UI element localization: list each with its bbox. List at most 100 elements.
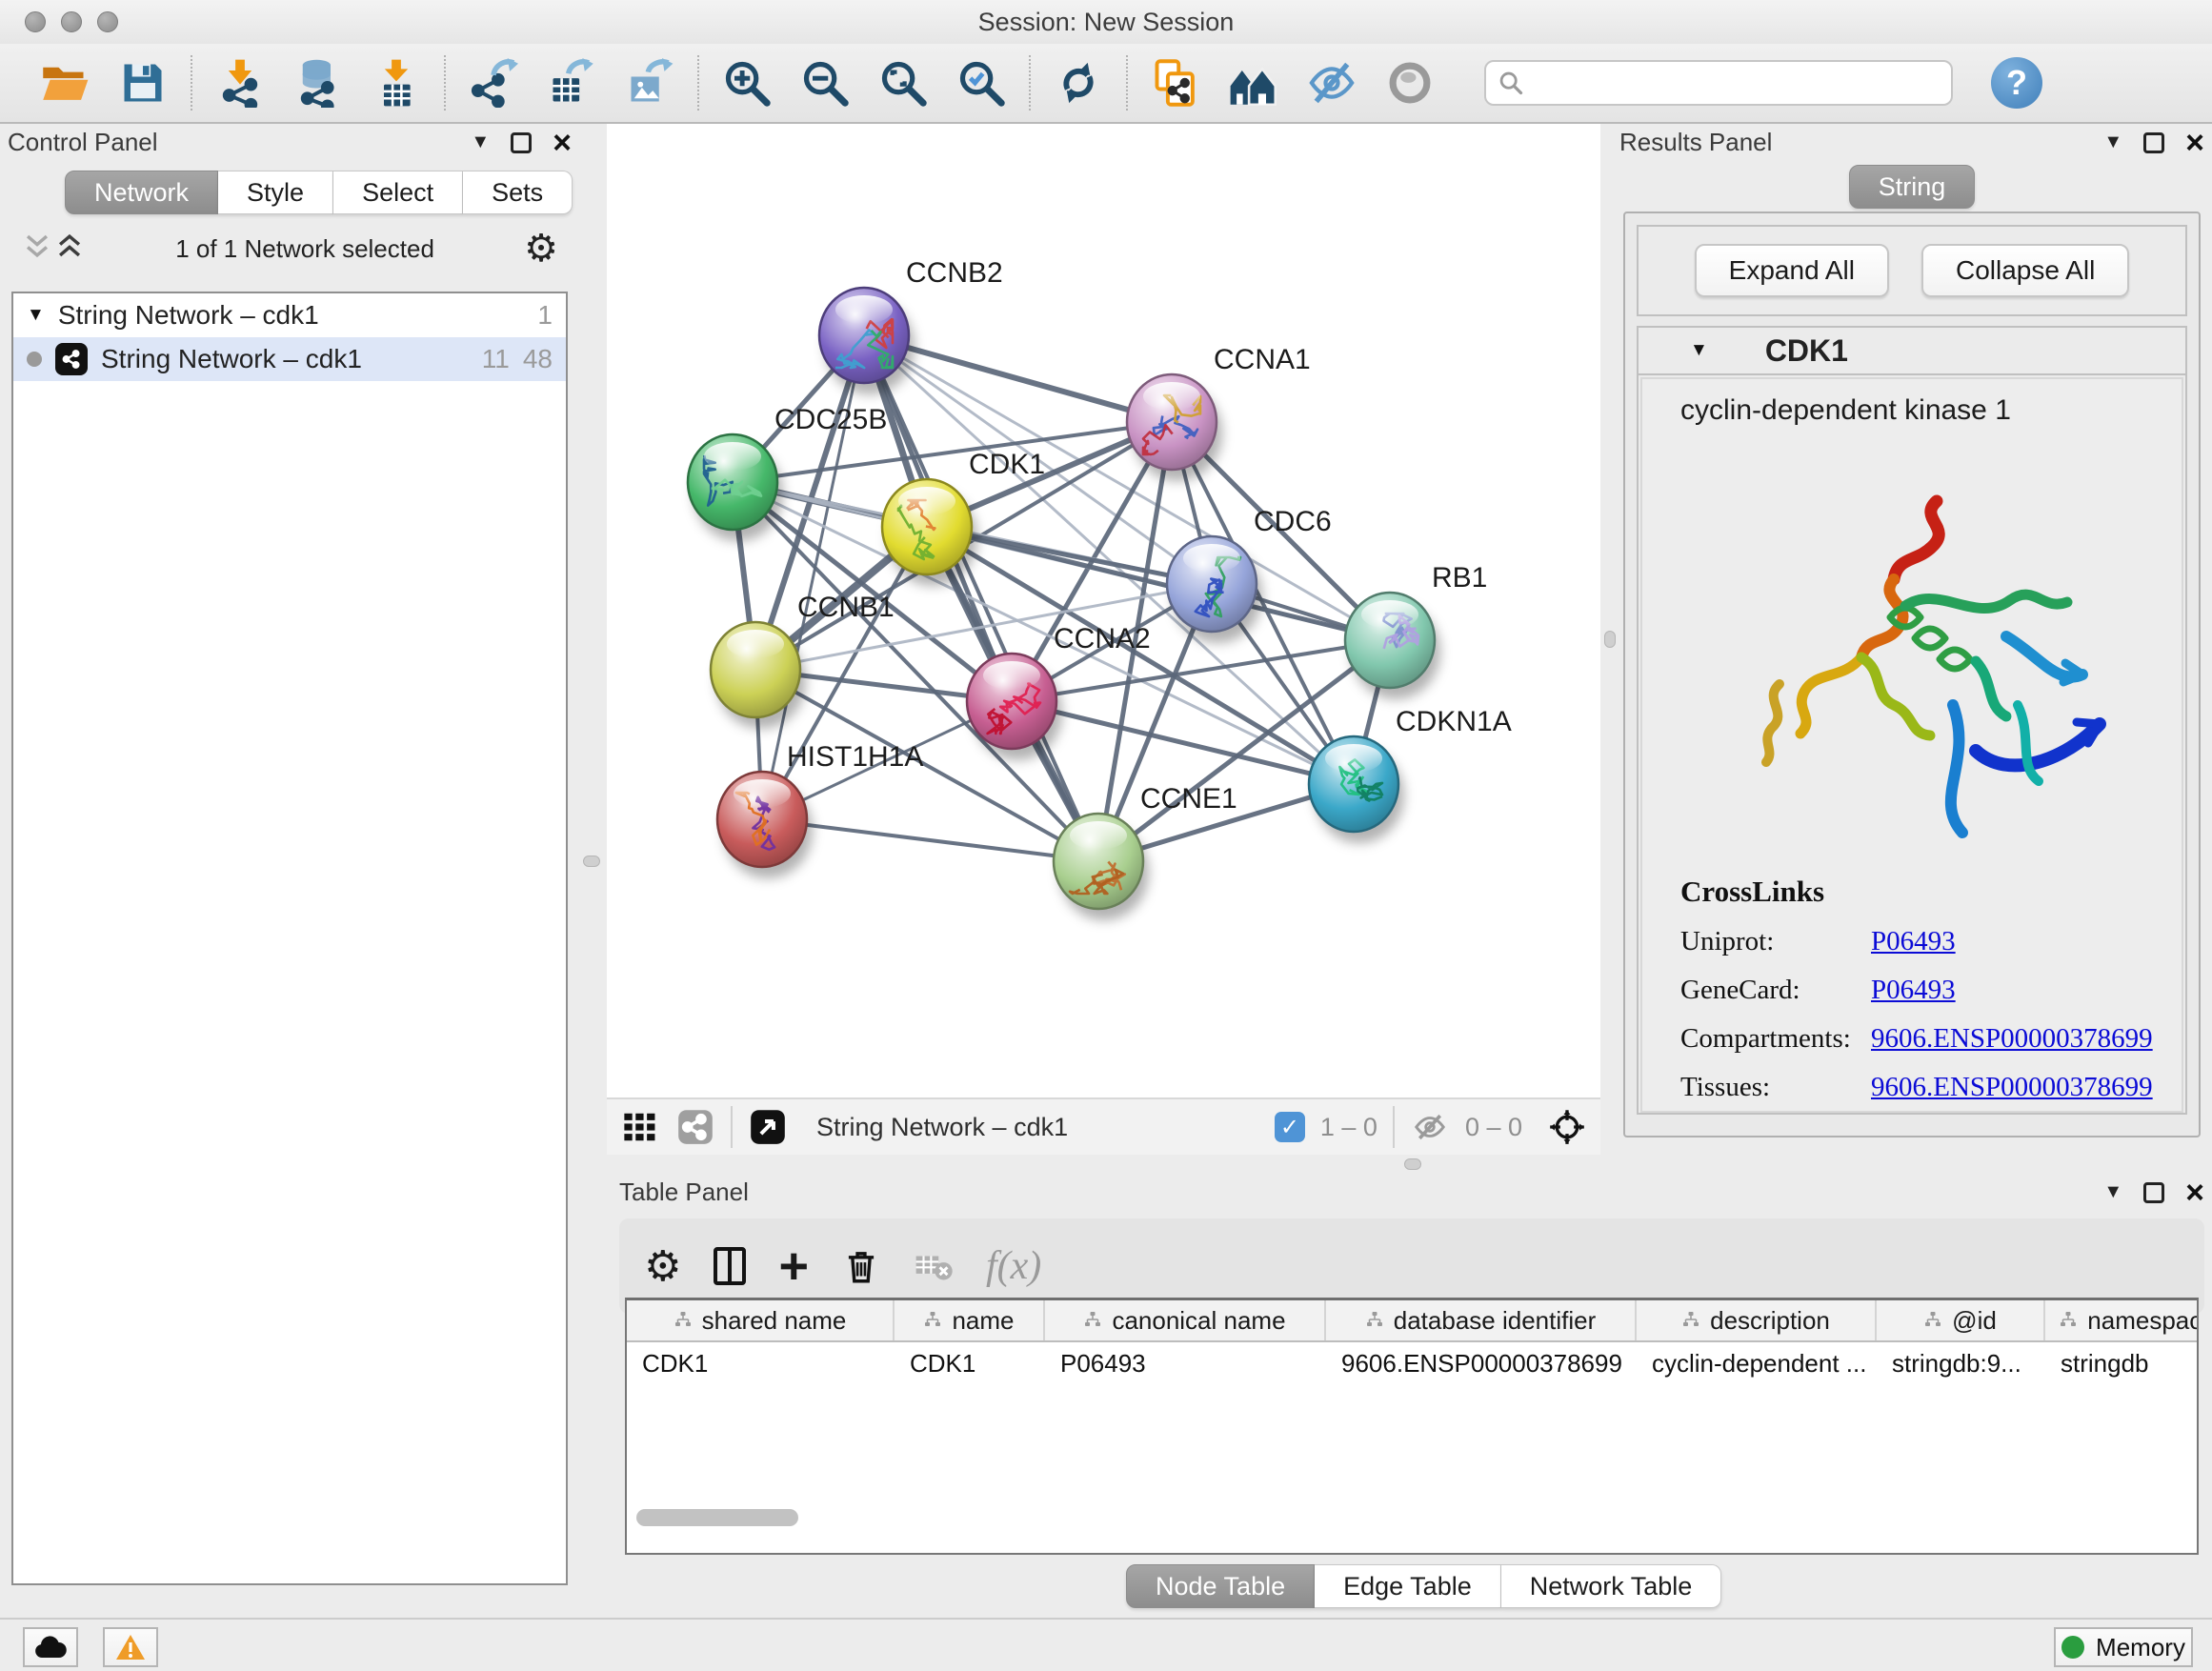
close-panel-icon[interactable]: × [2185, 1182, 2204, 1203]
import-network-from-database-icon[interactable] [292, 56, 345, 110]
search-field[interactable] [1484, 60, 1953, 106]
zoom-in-icon[interactable] [720, 56, 774, 110]
string-home-icon[interactable] [1227, 56, 1280, 110]
float-panel-icon[interactable] [2143, 132, 2164, 153]
tab-edge-table[interactable]: Edge Table [1315, 1564, 1501, 1608]
node-label-CDC6: CDC6 [1254, 506, 1332, 537]
show-eye-icon[interactable] [1383, 56, 1437, 110]
open-session-icon[interactable] [38, 56, 91, 110]
column-header-name[interactable]: name [895, 1300, 1045, 1340]
grid-view-icon[interactable] [620, 1107, 660, 1147]
table-row[interactable]: CDK1CDK1P064939606.ENSP00000378699cyclin… [627, 1342, 2197, 1384]
tab-select[interactable]: Select [333, 171, 463, 214]
memory-label: Memory [2096, 1633, 2185, 1662]
tab-node-table[interactable]: Node Table [1126, 1564, 1315, 1608]
tab-string[interactable]: String [1849, 165, 1976, 209]
node-CCNE1[interactable] [1054, 814, 1149, 920]
edge-HIST1H1A-CCNE1[interactable] [762, 819, 1098, 861]
node-CCNB2[interactable] [819, 288, 915, 394]
warnings-button[interactable] [103, 1627, 158, 1667]
network-canvas[interactable]: CCNB2CCNA1CDC25BCDK1CDC6RB1CCNB1CCNA2CDK… [607, 124, 1600, 1097]
crosslink-link[interactable]: 9606.ENSP00000378699 [1871, 1023, 2153, 1055]
collapse-all-networks-icon[interactable] [21, 230, 53, 269]
network-collection-row[interactable]: ▼ String Network – cdk1 1 [13, 293, 566, 337]
network-row[interactable]: String Network – cdk1 11 48 [13, 337, 566, 381]
float-panel-icon[interactable] [511, 132, 532, 153]
expand-all-button[interactable]: Expand All [1695, 244, 1889, 297]
crosslink-link[interactable]: P06493 [1871, 926, 1956, 957]
tab-network-table[interactable]: Network Table [1501, 1564, 1722, 1608]
close-panel-icon[interactable]: × [2185, 132, 2204, 153]
search-input[interactable] [1532, 68, 1932, 99]
close-panel-icon[interactable]: × [553, 132, 572, 153]
table-options-gear-icon[interactable]: ⚙ [644, 1242, 681, 1291]
column-header-canonical-name[interactable]: canonical name [1045, 1300, 1326, 1340]
collection-expander-icon[interactable]: ▼ [27, 305, 45, 326]
column-header-@id[interactable]: @id [1877, 1300, 2045, 1340]
panel-menu-caret-icon[interactable]: ▼ [2103, 1181, 2122, 1203]
node-CCNA2[interactable] [967, 654, 1062, 760]
apply-layout-icon[interactable] [1052, 56, 1105, 110]
zoom-selected-icon[interactable] [955, 56, 1008, 110]
column-header-shared-name[interactable]: shared name [627, 1300, 895, 1340]
tab-sets[interactable]: Sets [463, 171, 573, 214]
left-splitter-handle[interactable] [583, 856, 600, 867]
hidden-eye-icon[interactable] [1410, 1107, 1450, 1147]
float-panel-icon[interactable] [2143, 1182, 2164, 1203]
column-type-icon [674, 1306, 693, 1336]
cloud-status-button[interactable] [23, 1627, 78, 1667]
collapse-all-button[interactable]: Collapse All [1921, 244, 2129, 297]
zoom-out-icon[interactable] [798, 56, 852, 110]
node-CDC25B[interactable] [688, 434, 783, 541]
network-options-gear-icon[interactable]: ⚙ [524, 230, 558, 268]
column-header-description[interactable]: description [1637, 1300, 1877, 1340]
node-CCNA1[interactable] [1127, 374, 1222, 481]
node-CDK1[interactable] [882, 479, 977, 586]
crosslinks-title: CrossLinks [1680, 875, 2153, 909]
panel-menu-caret-icon[interactable]: ▼ [471, 131, 490, 153]
column-header-database-identifier[interactable]: database identifier [1326, 1300, 1637, 1340]
expand-all-networks-icon[interactable] [53, 230, 86, 269]
open-in-window-icon[interactable] [748, 1107, 788, 1147]
table-horizontal-scrollbar[interactable] [636, 1509, 798, 1526]
import-network-icon[interactable] [213, 56, 267, 110]
crosslink-link[interactable]: P06493 [1871, 975, 1956, 1006]
clone-network-icon[interactable] [1149, 56, 1202, 110]
node-label-CDKN1A: CDKN1A [1396, 706, 1512, 737]
import-table-icon[interactable] [370, 56, 423, 110]
export-table-icon[interactable] [545, 56, 598, 110]
crosslink-link[interactable]: 9606.ENSP00000378699 [1871, 1072, 2153, 1103]
status-bar: Memory [0, 1618, 2212, 1671]
column-type-icon [1923, 1306, 1942, 1336]
node-HIST1H1A[interactable] [717, 772, 813, 878]
gene-entry-header[interactable]: ▼ CDK1 [1639, 328, 2185, 375]
gene-expander-icon[interactable]: ▼ [1690, 340, 1708, 361]
crosslink-row: Uniprot:P06493 [1680, 926, 2153, 957]
panel-menu-caret-icon[interactable]: ▼ [2103, 131, 2122, 153]
add-column-icon[interactable]: + [778, 1247, 809, 1285]
node-CDKN1A[interactable] [1309, 736, 1404, 843]
column-label: description [1710, 1306, 1830, 1336]
delete-column-icon[interactable] [841, 1246, 881, 1286]
edge-CCNB2-CCNE1[interactable] [864, 335, 1098, 861]
memory-button[interactable]: Memory [2054, 1627, 2193, 1667]
fit-content-icon[interactable] [876, 56, 930, 110]
birdseye-view-icon[interactable] [1547, 1107, 1587, 1147]
function-builder-icon: f(x) [986, 1243, 1041, 1289]
hide-unhide-icon[interactable] [1305, 56, 1358, 110]
show-columns-icon[interactable] [714, 1247, 746, 1285]
network-share-view-icon[interactable] [675, 1107, 715, 1147]
right-splitter-handle[interactable] [1604, 631, 1616, 648]
save-session-icon[interactable] [116, 56, 170, 110]
node-label-CCNA1: CCNA1 [1214, 344, 1311, 375]
tab-style[interactable]: Style [218, 171, 333, 214]
export-network-icon[interactable] [467, 56, 520, 110]
column-header-namespace[interactable]: namespace [2045, 1300, 2199, 1340]
selected-checkbox-icon[interactable]: ✓ [1275, 1112, 1305, 1142]
node-RB1[interactable] [1345, 593, 1440, 699]
help-button[interactable]: ? [1991, 57, 2042, 109]
network-graph[interactable]: CCNB2CCNA1CDC25BCDK1CDC6RB1CCNB1CCNA2CDK… [607, 124, 1600, 1097]
tab-network[interactable]: Network [65, 171, 218, 214]
export-image-icon[interactable] [623, 56, 676, 110]
bottom-splitter-handle[interactable] [1404, 1158, 1421, 1170]
